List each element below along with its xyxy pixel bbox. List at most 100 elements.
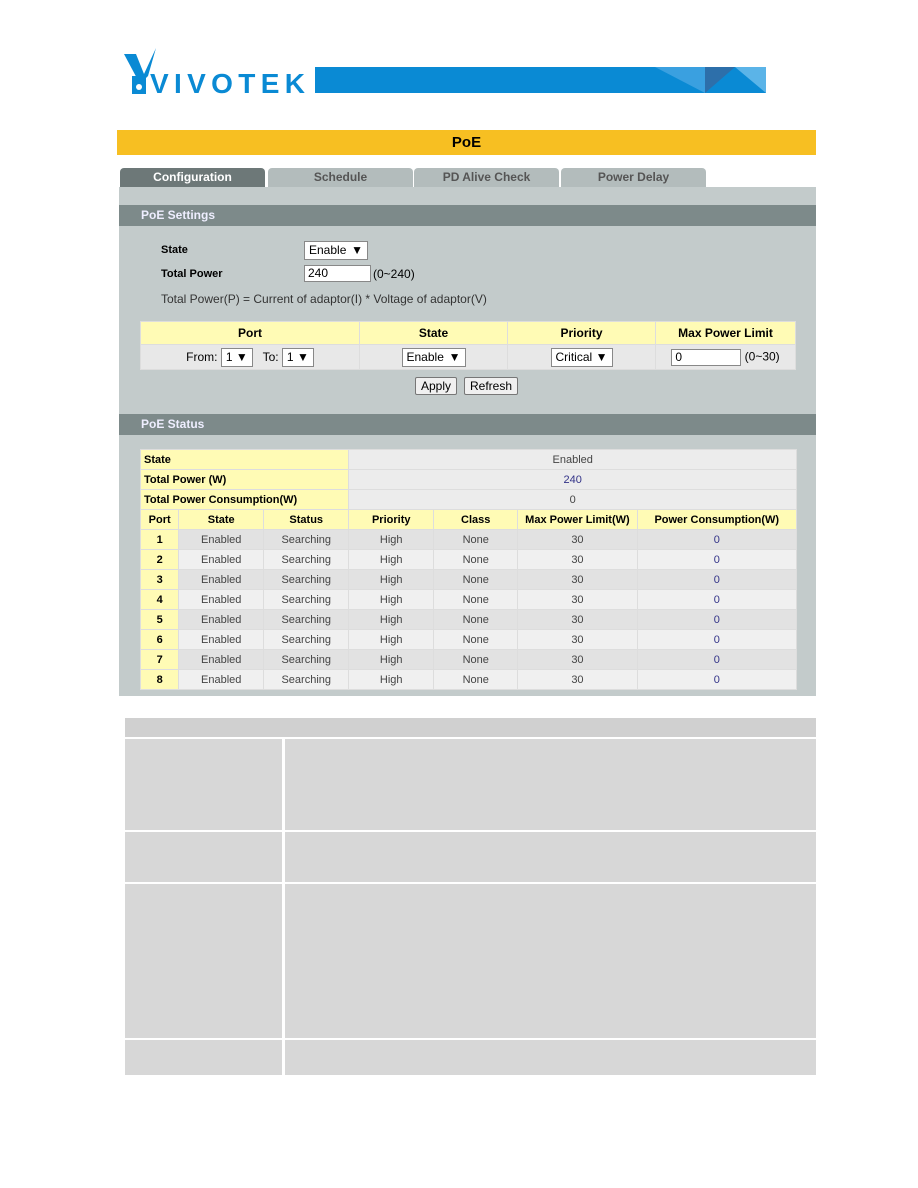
to-select[interactable]: 1 ▼ [281, 347, 314, 367]
from-select[interactable]: 1 ▼ [220, 347, 253, 367]
power-formula: Total Power(P) = Current of adaptor(I) *… [161, 292, 487, 306]
table-row: 7 Enabled Searching High None 30 0 [139, 649, 798, 670]
max-power-range: (0~30) [744, 349, 780, 364]
table-cell: None [433, 609, 519, 630]
table-cell: 0 [636, 549, 798, 570]
header-banner [315, 67, 766, 93]
table-cell: Enabled [178, 529, 265, 550]
table-cell: 30 [517, 609, 638, 630]
table-row: 2 Enabled Searching High None 30 0 [139, 549, 798, 570]
total-power-range: (0~240) [373, 267, 415, 281]
table-cell: Searching [263, 549, 350, 570]
table-cell: High [348, 649, 435, 670]
table-cell: Enabled [178, 589, 265, 610]
desc-row [125, 1040, 282, 1075]
table-cell: None [433, 649, 519, 670]
table-cell: 0 [636, 609, 798, 630]
desc-row [285, 1040, 816, 1075]
table-cell: High [348, 669, 435, 690]
desc-header-row [125, 718, 816, 737]
table-cell: Searching [263, 609, 350, 630]
table-cell: None [433, 569, 519, 590]
from-label: From: [186, 349, 218, 364]
table-cell: None [433, 669, 519, 690]
table-cell: 0 [636, 569, 798, 590]
table-cell: Searching [263, 569, 350, 590]
poe-status-header: PoE Status [119, 414, 816, 435]
table-cell: 7 [139, 649, 180, 670]
tab-schedule[interactable]: Schedule [268, 168, 413, 187]
summary-row: Total Power Consumption(W) 0 [139, 489, 797, 510]
priority-select[interactable]: Critical ▼ [550, 347, 613, 367]
vivotek-logo: VIVOTEK [124, 48, 305, 96]
column-header: Port [139, 509, 180, 530]
table-cell: 30 [517, 529, 638, 550]
column-header: Power Consumption(W) [636, 509, 798, 530]
table-cell: Enabled [178, 629, 265, 650]
config-panel: PoE Settings State Enable ▼ Total Power (… [119, 187, 816, 696]
total-power-input[interactable] [304, 265, 371, 282]
table-cell: 30 [517, 649, 638, 670]
port-config-table: Port State Priority Max Power Limit From: 1… [140, 321, 796, 370]
apply-button[interactable]: Apply [415, 377, 458, 395]
table-cell: Searching [263, 589, 350, 610]
table-cell: High [348, 569, 435, 590]
column-header: Class [433, 509, 519, 530]
table-row: 6 Enabled Searching High None 30 0 [139, 629, 798, 650]
table-cell: Searching [263, 669, 350, 690]
column-header: Priority [348, 509, 435, 530]
tab-pd-alive-check[interactable]: PD Alive Check [414, 168, 559, 187]
desc-row [125, 832, 282, 882]
desc-row [285, 884, 816, 1038]
table-cell: High [348, 529, 435, 550]
table-row: 8 Enabled Searching High None 30 0 [139, 669, 798, 690]
table-cell: 6 [139, 629, 180, 650]
table-cell: Enabled [178, 569, 265, 590]
port-state-select[interactable]: Enable ▼ [401, 347, 466, 367]
table-cell: None [433, 629, 519, 650]
table-cell: 1 [139, 529, 180, 550]
state-select[interactable]: Enable ▼ [304, 241, 368, 260]
to-label: To: [262, 349, 279, 364]
table-cell: 0 [636, 649, 798, 670]
table-cell: Enabled [178, 669, 265, 690]
max-power-input[interactable] [671, 348, 742, 366]
tab-power-delay[interactable]: Power Delay [561, 168, 706, 187]
col-max-power: Max Power Limit [655, 321, 796, 345]
col-priority: Priority [507, 321, 656, 345]
desc-row [125, 884, 282, 1038]
summary-row: Total Power (W) 240 [139, 469, 797, 490]
table-cell: 0 [636, 529, 798, 550]
table-cell: 0 [636, 669, 798, 690]
poe-settings-header: PoE Settings [119, 205, 816, 226]
column-header: State [178, 509, 265, 530]
tab-configuration[interactable]: Configuration [120, 168, 265, 187]
table-cell: 30 [517, 669, 638, 690]
state-value: Enable [309, 243, 347, 257]
refresh-button[interactable]: Refresh [464, 377, 519, 395]
table-cell: None [433, 549, 519, 570]
table-row: 3 Enabled Searching High None 30 0 [139, 569, 798, 590]
table-cell: High [348, 549, 435, 570]
table-cell: 8 [139, 669, 180, 690]
dropdown-arrow-icon: ▼ [351, 243, 363, 257]
table-cell: High [348, 589, 435, 610]
table-cell: Enabled [178, 609, 265, 630]
table-row: 1 Enabled Searching High None 30 0 [139, 529, 798, 550]
desc-row [285, 832, 816, 882]
poe-status-table: State Enabled Total Power (W) 240 Total Powe… [139, 449, 798, 690]
table-cell: High [348, 629, 435, 650]
table-cell: 3 [139, 569, 180, 590]
table-cell: High [348, 609, 435, 630]
col-port: Port [140, 321, 360, 345]
table-cell: Enabled [178, 549, 265, 570]
table-cell: 0 [636, 629, 798, 650]
table-cell: 30 [517, 569, 638, 590]
table-cell: 4 [139, 589, 180, 610]
table-cell: None [433, 589, 519, 610]
table-cell: 30 [517, 589, 638, 610]
table-cell: None [433, 529, 519, 550]
table-cell: Searching [263, 649, 350, 670]
desc-row [285, 739, 816, 830]
table-cell: 30 [517, 629, 638, 650]
